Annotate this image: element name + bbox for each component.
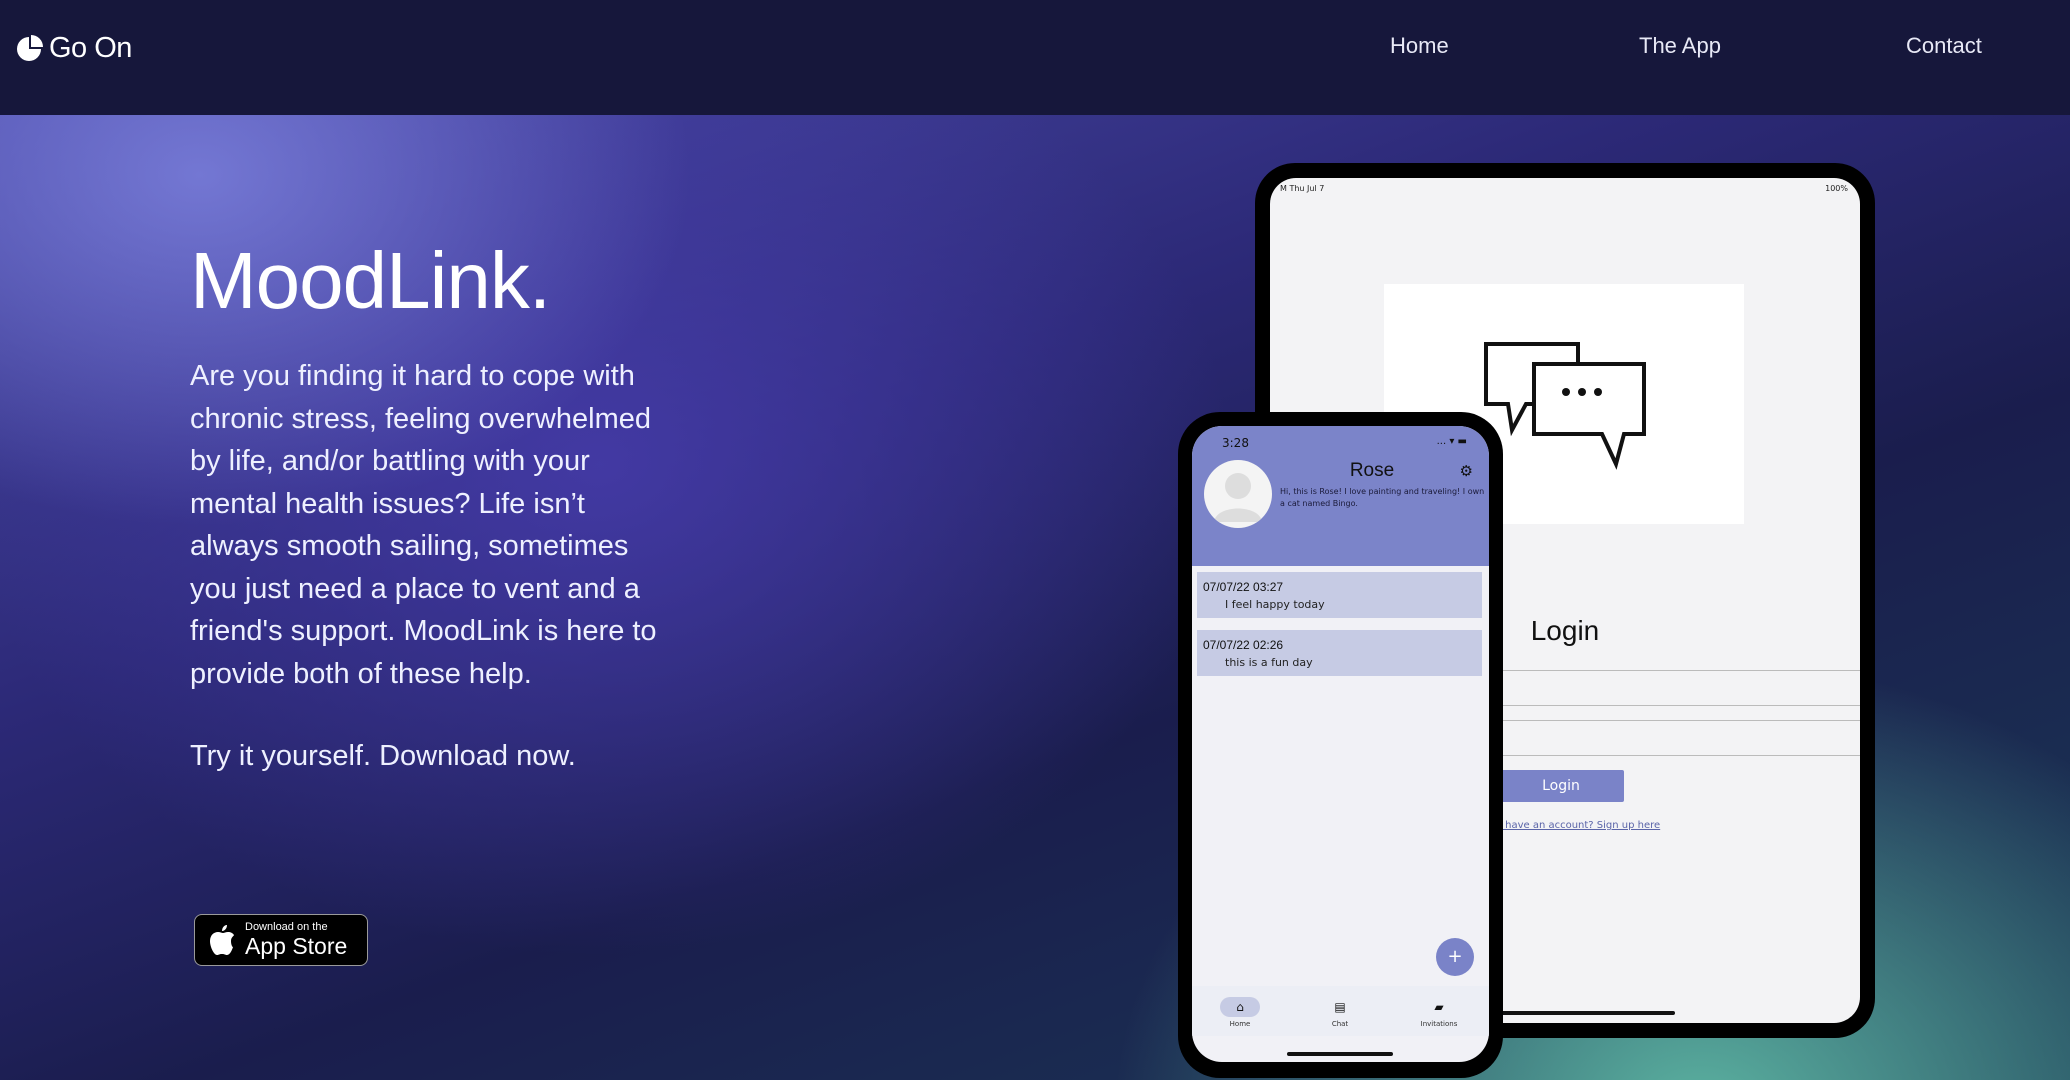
phone-screen: 3:28 ... ▾ ▬ Rose ⚙ Hi, this is Rose! I … — [1192, 426, 1489, 1062]
app-store-big-text: App Store — [245, 933, 348, 959]
signup-link[interactable]: t have an account? Sign up here — [1498, 820, 1660, 831]
logo[interactable]: Go On — [15, 32, 132, 65]
page: Go On Home The App Contact MoodLink. Are… — [0, 0, 2070, 1080]
login-button[interactable]: Login — [1498, 770, 1624, 802]
tablet-status-left: M Thu Jul 7 — [1280, 184, 1325, 193]
add-entry-button[interactable]: + — [1436, 938, 1474, 976]
tablet-home-indicator — [1490, 1011, 1675, 1015]
gear-icon[interactable]: ⚙ — [1460, 462, 1473, 480]
phone-status-icons: ... ▾ ▬ — [1436, 436, 1467, 447]
tab-label: Invitations — [1420, 1020, 1458, 1028]
phone-home-indicator — [1287, 1052, 1393, 1056]
tab-invitations[interactable]: ▰ Invitations — [1404, 996, 1474, 1028]
app-store-button[interactable]: Download on the App Store — [194, 914, 368, 966]
profile-header: 3:28 ... ▾ ▬ Rose ⚙ Hi, this is Rose! I … — [1192, 426, 1489, 566]
entry-date: 07/07/22 02:26 — [1203, 638, 1284, 652]
hero-title: MoodLink. — [190, 236, 551, 325]
avatar[interactable] — [1204, 460, 1272, 528]
hero-section: MoodLink. Are you finding it hard to cop… — [0, 115, 2070, 1080]
nav-link-the-app[interactable]: The App — [1639, 33, 1721, 59]
entry-message: this is a fun day — [1225, 656, 1313, 669]
pie-logo-icon — [17, 34, 43, 61]
tab-label: Home — [1229, 1020, 1251, 1028]
chat-icon: ▤ — [1334, 1000, 1346, 1014]
entry-date: 07/07/22 03:27 — [1203, 580, 1284, 594]
home-icon: ⌂ — [1220, 997, 1260, 1017]
mood-entry[interactable]: 07/07/22 02:26 this is a fun day — [1197, 630, 1482, 676]
logo-text: Go On — [49, 32, 132, 64]
top-nav: Go On Home The App Contact — [0, 0, 2070, 115]
phone-time: 3:28 — [1222, 436, 1249, 450]
apple-icon — [210, 925, 234, 955]
phone-mockup: 3:28 ... ▾ ▬ Rose ⚙ Hi, this is Rose! I … — [1178, 412, 1503, 1078]
tab-chat[interactable]: ▤ Chat — [1305, 996, 1375, 1028]
nav-link-contact[interactable]: Contact — [1906, 33, 1982, 59]
bottom-tab-bar: ⌂ Home ▤ Chat ▰ Invitations — [1192, 986, 1489, 1036]
tab-home[interactable]: ⌂ Home — [1205, 996, 1275, 1028]
hero-cta-text: Try it yourself. Download now. — [190, 740, 576, 772]
profile-bio: Hi, this is Rose! I love painting and tr… — [1280, 487, 1485, 508]
invitations-icon: ▰ — [1434, 1000, 1444, 1014]
tab-label: Chat — [1331, 1020, 1349, 1028]
mood-entry[interactable]: 07/07/22 03:27 I feel happy today — [1197, 572, 1482, 618]
avatar-icon — [1214, 473, 1262, 522]
profile-name: Rose — [1349, 460, 1395, 481]
nav-link-home[interactable]: Home — [1390, 33, 1449, 59]
tablet-status-right: 100% — [1825, 184, 1848, 193]
entry-message: I feel happy today — [1225, 598, 1325, 611]
hero-description: Are you finding it hard to cope with chr… — [190, 360, 657, 690]
app-store-small-text: Download on the — [245, 921, 328, 933]
